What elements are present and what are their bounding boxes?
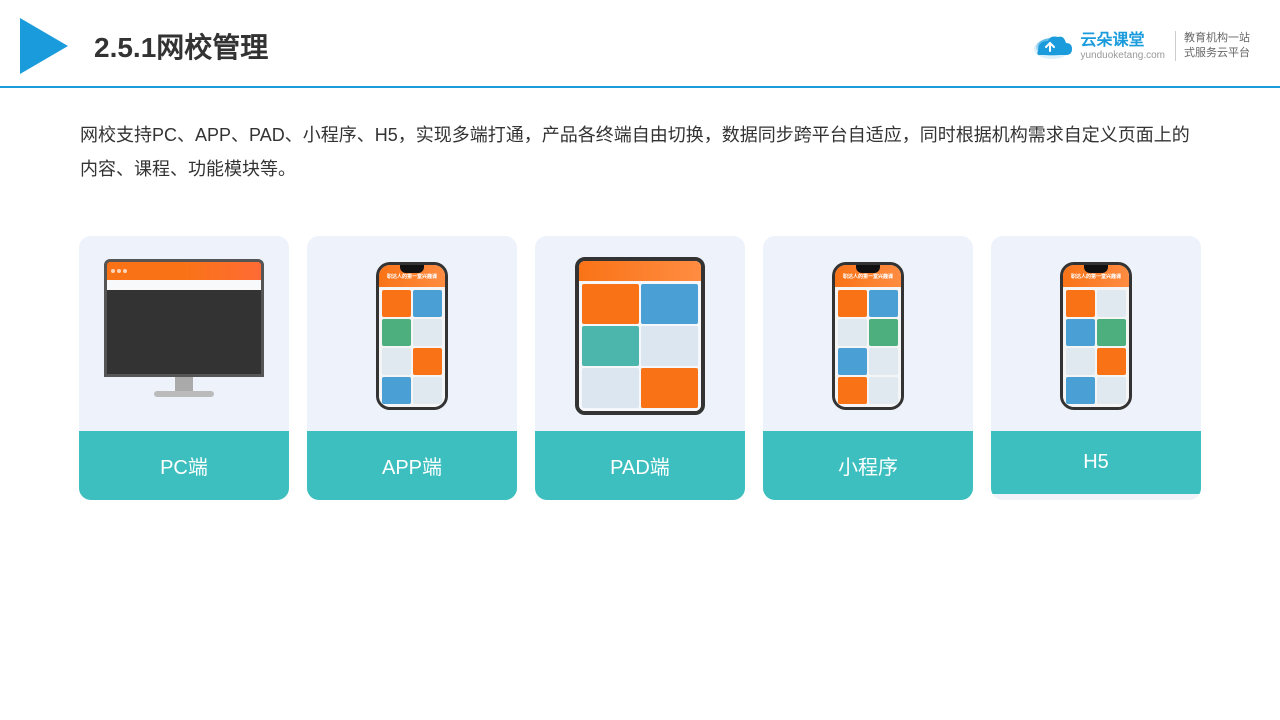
miniprogram-phone-icon: 职达人的第一堂兴趣课 bbox=[832, 262, 904, 410]
pc-monitor-icon bbox=[99, 259, 269, 414]
phone-notch-h5 bbox=[1084, 265, 1108, 273]
card-pad: PAD端 bbox=[535, 236, 745, 500]
brand-logo: 云朵课堂 yunduoketang.com 教育机构一站式服务云平台 bbox=[1030, 31, 1250, 62]
app-phone-icon: 职达人的第一堂兴趣课 bbox=[376, 262, 448, 410]
card-h5-label: H5 bbox=[991, 431, 1201, 494]
h5-phone-icon: 职达人的第一堂兴趣课 bbox=[1060, 262, 1132, 410]
card-app: 职达人的第一堂兴趣课 APP端 bbox=[307, 236, 517, 500]
card-pc-label: PC端 bbox=[79, 431, 289, 500]
card-miniprogram-image: 职达人的第一堂兴趣课 bbox=[763, 236, 973, 431]
card-app-image: 职达人的第一堂兴趣课 bbox=[307, 236, 517, 431]
pad-tablet-icon bbox=[575, 257, 705, 415]
card-h5: 职达人的第一堂兴趣课 H5 bbox=[991, 236, 1201, 500]
brand-name: 云朵课堂 bbox=[1080, 31, 1144, 50]
brand-domain: yunduoketang.com bbox=[1080, 50, 1165, 61]
phone-notch-mini bbox=[856, 265, 880, 273]
header-right: 云朵课堂 yunduoketang.com 教育机构一站式服务云平台 bbox=[1030, 31, 1250, 62]
phone-notch bbox=[400, 265, 424, 273]
card-pad-label: PAD端 bbox=[535, 431, 745, 500]
description-content: 网校支持PC、APP、PAD、小程序、H5，实现多端打通，产品各终端自由切换，数… bbox=[80, 125, 1190, 179]
brand-text: 云朵课堂 yunduoketang.com bbox=[1080, 31, 1165, 61]
card-pc: PC端 bbox=[79, 236, 289, 500]
card-pc-image bbox=[79, 236, 289, 431]
card-app-label: APP端 bbox=[307, 431, 517, 500]
cloud-icon bbox=[1030, 31, 1074, 61]
cards-container: PC端 职达人的第一堂兴趣课 bbox=[0, 206, 1280, 530]
card-miniprogram: 职达人的第一堂兴趣课 小程序 bbox=[763, 236, 973, 500]
card-h5-image: 职达人的第一堂兴趣课 bbox=[991, 236, 1201, 431]
logo-triangle-icon bbox=[20, 18, 68, 74]
card-pad-image bbox=[535, 236, 745, 431]
card-miniprogram-label: 小程序 bbox=[763, 431, 973, 500]
description-text: 网校支持PC、APP、PAD、小程序、H5，实现多端打通，产品各终端自由切换，数… bbox=[0, 88, 1280, 196]
page-title: 2.5.1网校管理 bbox=[94, 26, 268, 66]
header-left: 2.5.1网校管理 bbox=[20, 18, 268, 74]
page-header: 2.5.1网校管理 云朵课堂 yunduoketang.com 教育机构一站式服… bbox=[0, 0, 1280, 88]
brand-slogan: 教育机构一站式服务云平台 bbox=[1175, 31, 1250, 62]
